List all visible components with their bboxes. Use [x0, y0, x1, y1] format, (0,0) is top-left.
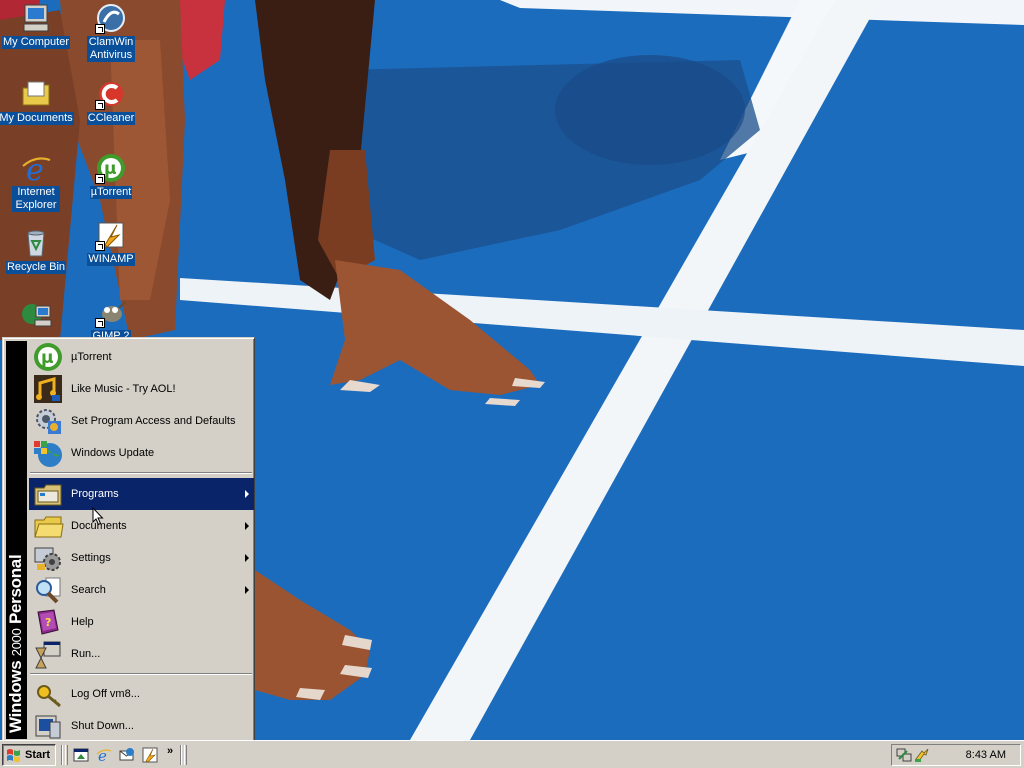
quick-launch-more-button[interactable]: »: [167, 746, 173, 757]
network-connection-icon[interactable]: [896, 747, 912, 763]
svg-text:?: ?: [45, 616, 51, 629]
submenu-arrow-icon: [245, 490, 249, 498]
menu-item-label: Settings: [71, 552, 111, 564]
menu-item-search[interactable]: Search: [29, 574, 254, 606]
desktop-icon-label: CCleaner: [86, 112, 136, 125]
windows-update-icon: [32, 437, 64, 469]
desktop-icon-label: Recycle Bin: [5, 261, 67, 274]
menu-item-label: Help: [71, 616, 94, 628]
start-menu-banner: Windows 2000 Personal: [6, 341, 27, 739]
shut-down-icon: [32, 710, 64, 742]
taskbar: Start e » 8:43 AM: [0, 740, 1024, 768]
menu-item-log-off[interactable]: Log Off vm8...: [29, 678, 254, 710]
desktop-icon-gimp[interactable]: GIMP 2: [73, 296, 149, 343]
menu-item-run[interactable]: Run...: [29, 638, 254, 670]
log-off-icon: [32, 678, 64, 710]
start-menu: Windows 2000 Personal µ µTorrent Like Mu…: [2, 337, 255, 743]
internet-explorer-icon[interactable]: e: [96, 747, 112, 763]
desktop-icon-label: ClamWin Antivirus: [87, 36, 135, 62]
my-computer-icon: [20, 2, 52, 34]
banner-version: 2000: [9, 628, 24, 657]
menu-item-label: Programs: [71, 488, 119, 500]
power-icon[interactable]: [914, 747, 930, 763]
menu-item-documents[interactable]: Documents: [29, 510, 254, 542]
desktop-icon-clamwin[interactable]: ClamWin Antivirus: [73, 2, 149, 62]
search-icon: [32, 574, 64, 606]
start-button[interactable]: Start: [2, 744, 56, 766]
menu-separator: [30, 673, 252, 675]
internet-explorer-icon: e: [20, 152, 52, 184]
start-button-label: Start: [25, 749, 51, 761]
desktop-icon-ccleaner[interactable]: CCleaner: [73, 78, 149, 125]
menu-item-label: Like Music - Try AOL!: [71, 383, 176, 395]
desktop-icon-label: µTorrent: [89, 186, 133, 199]
run-icon: [32, 638, 64, 670]
utorrent-icon: µ: [95, 152, 127, 184]
outlook-express-icon[interactable]: [119, 747, 135, 763]
quick-launch-grip[interactable]: [65, 745, 68, 765]
ccleaner-icon: [95, 78, 127, 110]
menu-item-programs[interactable]: Programs: [29, 478, 254, 510]
menu-item-program-access[interactable]: Set Program Access and Defaults: [29, 405, 254, 437]
svg-text:e: e: [98, 747, 107, 763]
show-desktop-icon[interactable]: [73, 747, 89, 763]
menu-item-settings[interactable]: Settings: [29, 542, 254, 574]
taskbar-separator: [61, 745, 63, 765]
banner-edition: Personal: [6, 554, 25, 625]
menu-item-shut-down[interactable]: Shut Down...: [29, 710, 254, 742]
desktop-icon-label: My Computer: [1, 36, 71, 49]
desktop-icon-winamp[interactable]: WINAMP: [73, 219, 149, 266]
menu-item-label: Log Off vm8...: [71, 688, 140, 700]
submenu-arrow-icon: [245, 522, 249, 530]
taskbar-grip[interactable]: [184, 745, 187, 765]
desktop-icon-label: Internet Explorer: [12, 186, 60, 212]
desktop-icon-label: WINAMP: [87, 253, 135, 266]
aol-music-icon: [32, 373, 64, 405]
winamp-icon[interactable]: [142, 747, 158, 763]
desktop-icon-recycle-bin[interactable]: Recycle Bin: [0, 227, 74, 274]
desktop-icon-label: My Documents: [0, 112, 74, 125]
menu-item-windows-update[interactable]: Windows Update: [29, 437, 254, 469]
taskbar-separator: [180, 745, 182, 765]
submenu-arrow-icon: [245, 554, 249, 562]
utorrent-icon: µ: [32, 341, 64, 373]
menu-item-label: µTorrent: [71, 351, 112, 363]
help-book-icon: ?: [32, 606, 64, 638]
desktop-icon-utorrent[interactable]: µ µTorrent: [73, 152, 149, 199]
documents-folder-icon: [32, 510, 64, 542]
desktop-icon-my-computer[interactable]: My Computer: [0, 2, 74, 49]
menu-item-label: Shut Down...: [71, 720, 134, 732]
clamwin-icon: [95, 2, 127, 34]
network-icon: [20, 300, 52, 332]
menu-item-label: Run...: [71, 648, 101, 660]
submenu-arrow-icon: [245, 586, 249, 594]
winamp-icon: [95, 219, 127, 251]
menu-item-label: Set Program Access and Defaults: [71, 415, 236, 427]
taskbar-clock[interactable]: 8:43 AM: [966, 749, 1006, 761]
desktop-icon-internet-explorer[interactable]: e Internet Explorer: [0, 152, 74, 212]
settings-icon: [32, 542, 64, 574]
system-tray: 8:43 AM: [891, 744, 1021, 766]
svg-text:µ: µ: [104, 159, 117, 179]
windows-flag-icon: [7, 749, 20, 762]
banner-brand: Windows: [6, 660, 25, 733]
programs-folder-icon: [32, 478, 64, 510]
svg-text:µ: µ: [41, 348, 54, 368]
recycle-bin-icon: [20, 227, 52, 259]
menu-separator: [30, 472, 252, 474]
menu-item-label: Search: [71, 584, 106, 596]
menu-item-aol-music[interactable]: Like Music - Try AOL!: [29, 373, 254, 405]
gimp-icon: [95, 296, 127, 328]
menu-item-utorrent[interactable]: µ µTorrent: [29, 341, 254, 373]
program-access-icon: [32, 405, 64, 437]
desktop-icon-my-documents[interactable]: My Documents: [0, 78, 74, 125]
menu-item-label: Windows Update: [71, 447, 155, 459]
mouse-cursor-icon: [92, 507, 104, 526]
menu-item-help[interactable]: ? Help: [29, 606, 254, 638]
my-documents-icon: [20, 78, 52, 110]
